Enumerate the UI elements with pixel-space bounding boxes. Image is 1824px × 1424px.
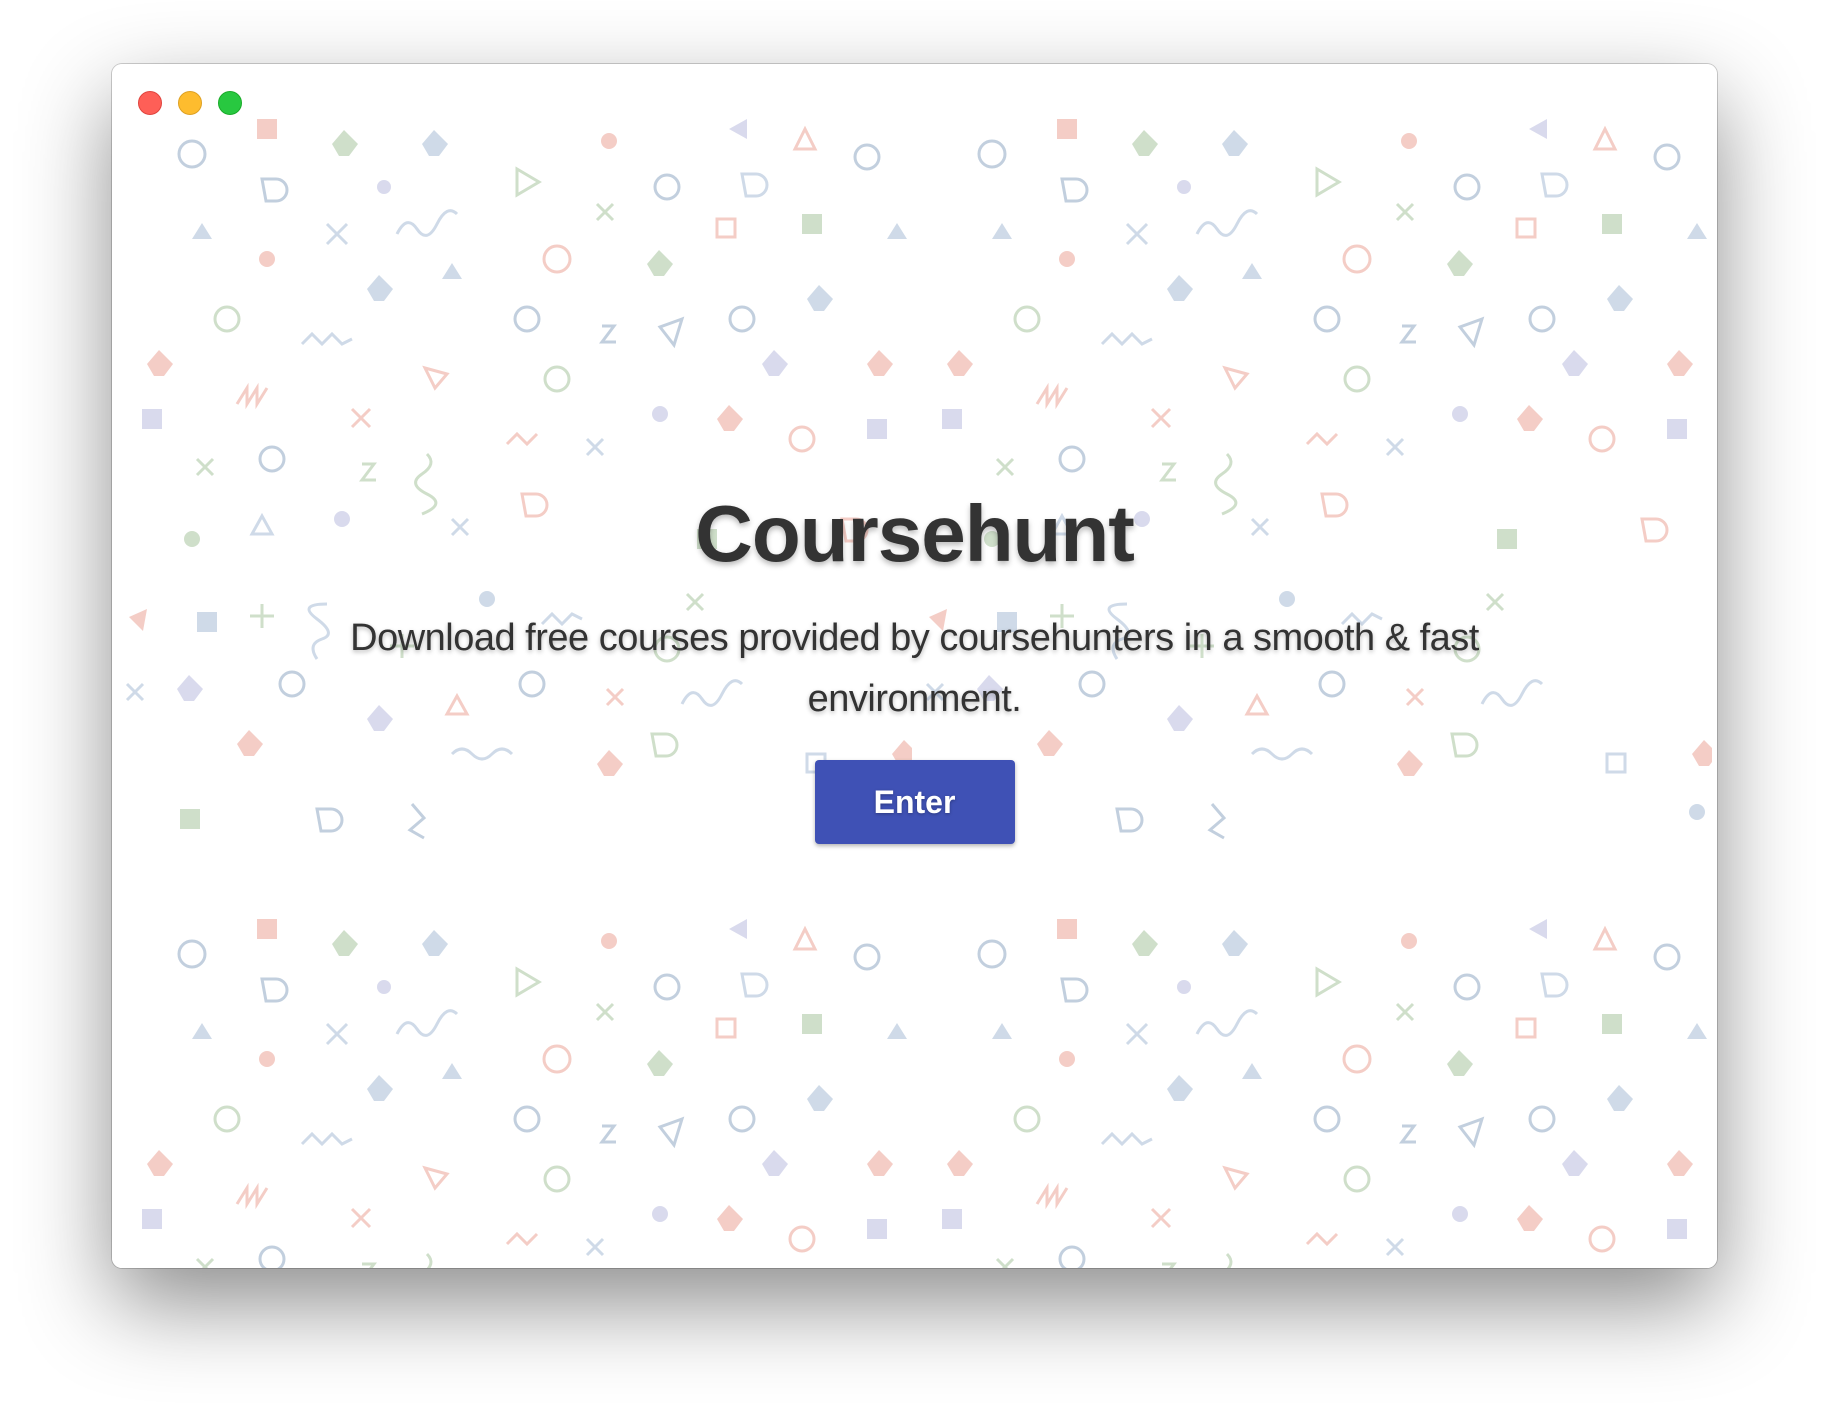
zoom-window-button[interactable] [218,91,242,115]
minimize-window-button[interactable] [178,91,202,115]
app-title: Coursehunt [695,489,1135,578]
hero-section: Coursehunt Download free courses provide… [112,484,1717,844]
enter-button[interactable]: Enter [814,760,1015,844]
app-subtitle: Download free courses provided by course… [350,617,1479,720]
close-window-button[interactable] [138,91,162,115]
app-window: Coursehunt Download free courses provide… [112,64,1717,1268]
window-controls [138,91,242,115]
